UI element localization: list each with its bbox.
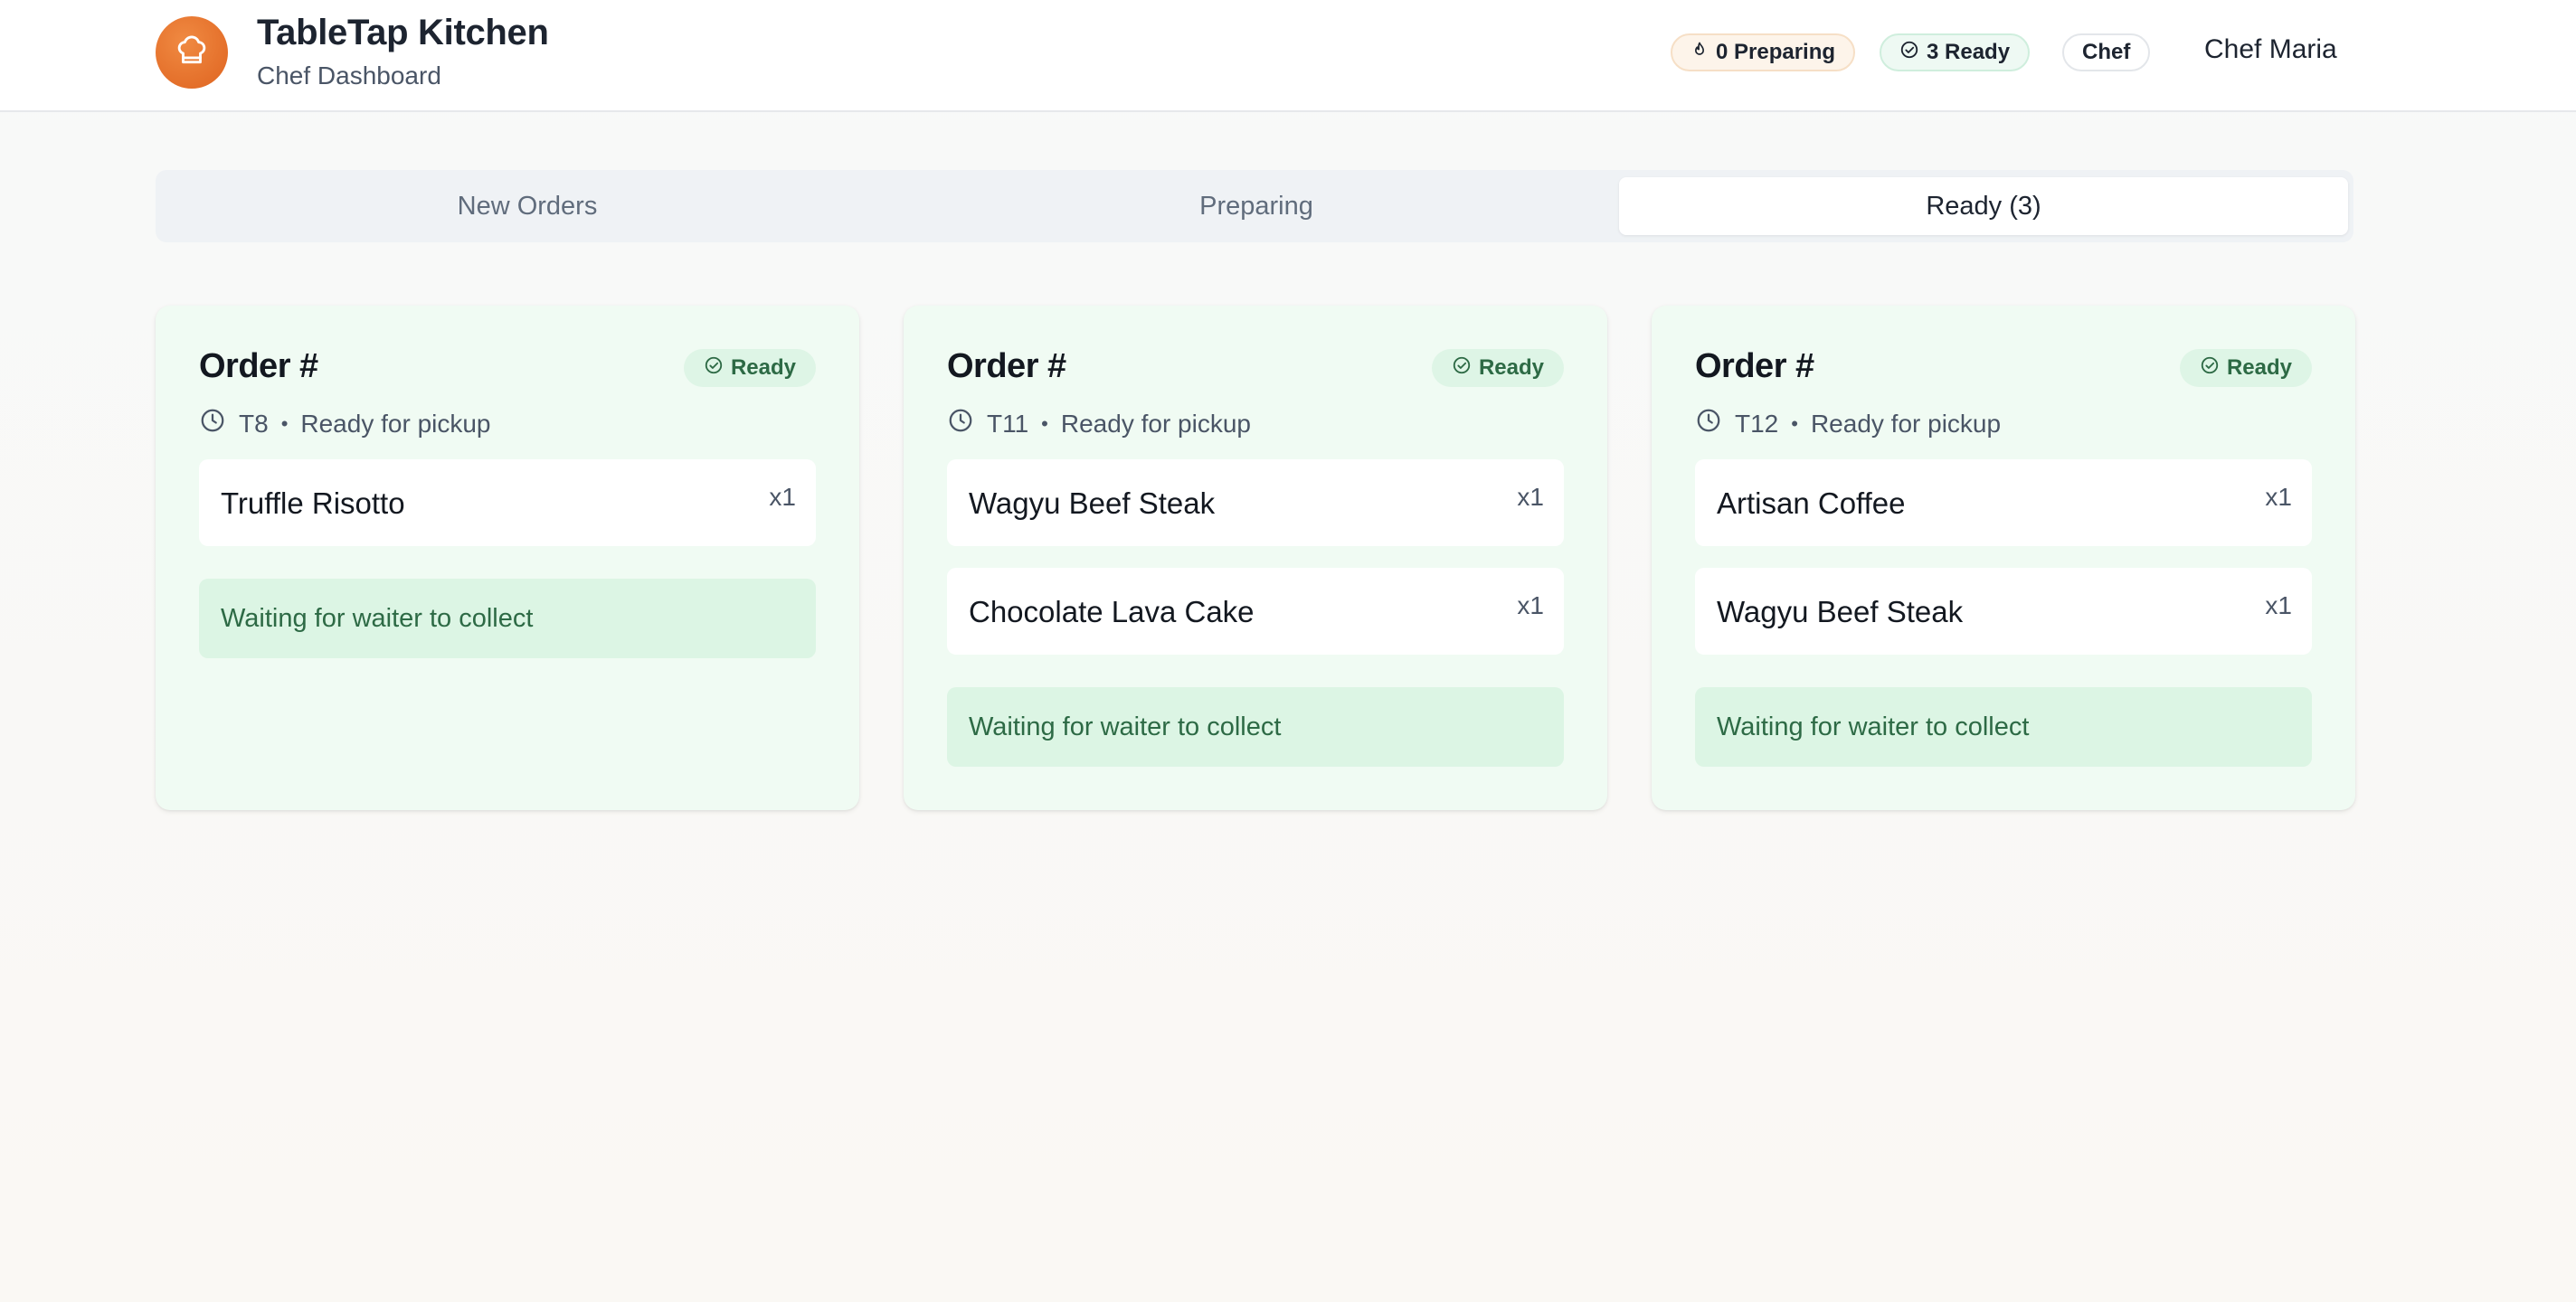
order-card: Order # Ready T11 • Ready for pickup Wag… — [904, 306, 1607, 810]
item-quantity: x1 — [2265, 591, 2292, 619]
chef-hat-icon — [175, 33, 209, 72]
status-badge: Ready — [1431, 349, 1564, 387]
item-name: Wagyu Beef Steak — [1717, 595, 1964, 628]
status-badge: Ready — [683, 349, 816, 387]
order-meta: T8 • Ready for pickup — [199, 407, 491, 440]
app-subtitle: Chef Dashboard — [257, 61, 441, 90]
flame-icon — [1690, 40, 1709, 65]
order-meta: T11 • Ready for pickup — [947, 407, 1251, 440]
order-status-text: Ready for pickup — [1810, 409, 2002, 438]
order-title: Order # — [199, 347, 318, 385]
order-card: Order # Ready T12 • Ready for pickup Art… — [1652, 306, 2355, 810]
item-name: Truffle Risotto — [221, 486, 405, 520]
tab-new-orders[interactable]: New Orders — [163, 177, 892, 235]
order-item: Chocolate Lava Cake x1 — [947, 568, 1564, 655]
item-name: Wagyu Beef Steak — [969, 486, 1216, 520]
table-number: T12 — [1735, 409, 1779, 438]
meta-separator: • — [280, 411, 289, 435]
order-status-tabs: New Orders Preparing Ready (3) — [156, 170, 2353, 242]
table-number: T11 — [987, 409, 1029, 438]
clock-icon — [947, 407, 974, 440]
item-quantity: x1 — [1517, 591, 1544, 619]
check-circle-icon — [1452, 355, 1472, 382]
meta-separator: • — [1791, 411, 1798, 435]
status-badge: Ready — [2179, 349, 2312, 387]
role-badge: Chef — [2062, 33, 2151, 71]
waiting-note: Waiting for waiter to collect — [199, 579, 816, 658]
status-label: Ready — [730, 355, 796, 380]
order-status-text: Ready for pickup — [300, 409, 491, 438]
logo — [156, 16, 228, 89]
item-quantity: x1 — [2265, 483, 2292, 511]
check-circle-icon — [1899, 40, 1919, 66]
preparing-count-label: 0 Preparing — [1716, 40, 1836, 64]
order-item: Artisan Coffee x1 — [1695, 459, 2312, 546]
role-label: Chef — [2082, 40, 2131, 64]
order-title: Order # — [1695, 347, 1814, 385]
ready-count-label: 3 Ready — [1927, 40, 2011, 64]
order-card: Order # Ready T8 • Ready for pickup Truf… — [156, 306, 859, 810]
order-status-text: Ready for pickup — [1060, 409, 1251, 438]
preparing-count-badge: 0 Preparing — [1671, 33, 1856, 71]
waiting-note: Waiting for waiter to collect — [947, 687, 1564, 767]
tab-ready[interactable]: Ready (3) — [1619, 177, 2348, 235]
check-circle-icon — [704, 355, 724, 382]
order-meta: T12 • Ready for pickup — [1695, 407, 2001, 440]
app-title: TableTap Kitchen — [257, 13, 549, 52]
clock-icon — [1695, 407, 1722, 440]
meta-separator: • — [1041, 411, 1048, 435]
ready-count-badge: 3 Ready — [1880, 33, 2031, 71]
item-name: Chocolate Lava Cake — [969, 595, 1255, 628]
tab-preparing[interactable]: Preparing — [892, 177, 1621, 235]
status-label: Ready — [1478, 355, 1544, 380]
item-quantity: x1 — [769, 483, 796, 511]
item-name: Artisan Coffee — [1717, 486, 1906, 520]
clock-icon — [199, 407, 226, 440]
item-quantity: x1 — [1517, 483, 1544, 511]
status-label: Ready — [2226, 355, 2292, 380]
user-name[interactable]: Chef Maria — [2204, 34, 2337, 65]
order-title: Order # — [947, 347, 1066, 385]
table-number: T8 — [239, 409, 269, 438]
check-circle-icon — [2200, 355, 2220, 382]
waiting-note: Waiting for waiter to collect — [1695, 687, 2312, 767]
order-item: Truffle Risotto x1 — [199, 459, 816, 546]
order-item: Wagyu Beef Steak x1 — [947, 459, 1564, 546]
app-header: TableTap Kitchen Chef Dashboard 0 Prepar… — [0, 0, 2576, 112]
order-item: Wagyu Beef Steak x1 — [1695, 568, 2312, 655]
